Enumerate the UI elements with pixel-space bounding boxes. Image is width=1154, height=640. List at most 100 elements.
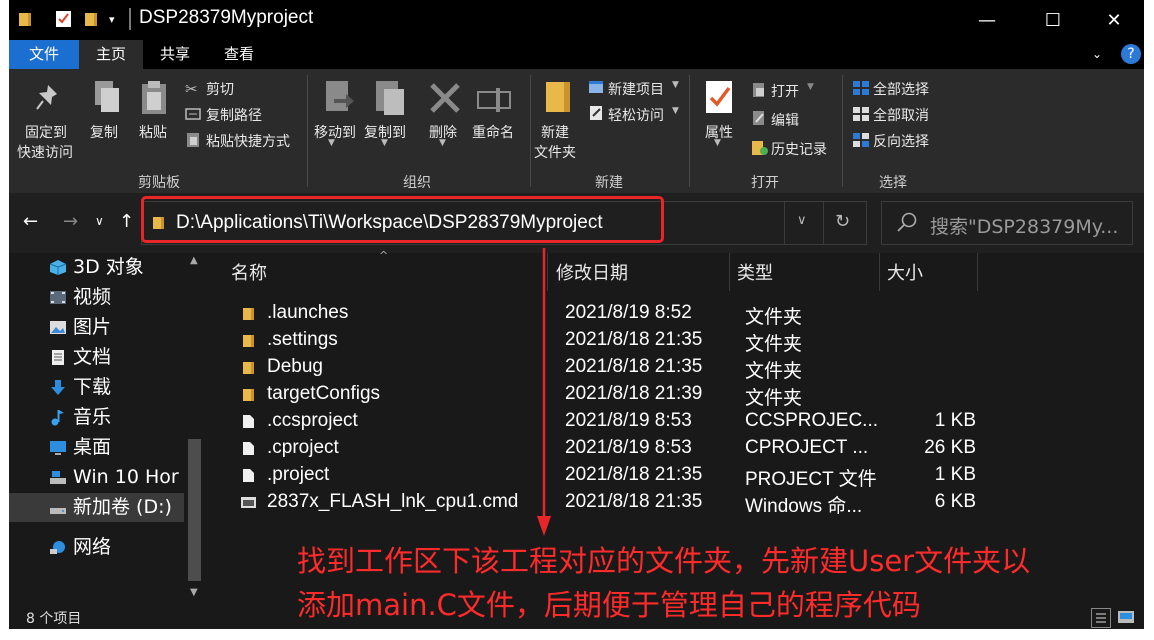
nav-item-d-drive[interactable]: 新加卷 (D:) [9,493,184,522]
chevron-down-icon[interactable]: ▼ [672,106,679,116]
chevron-down-icon[interactable]: ▼ [381,138,388,148]
help-button[interactable]: ? [1121,44,1141,64]
new-item-button[interactable]: 新建项目 [608,79,664,99]
organize-group-label: 组织 [403,175,431,191]
table-row[interactable]: Debug 2021/8/18 21:35 文件夹 [204,354,1144,382]
folder-icon[interactable] [17,10,33,28]
copy-icon[interactable] [91,79,123,117]
table-row[interactable]: .settings 2021/8/18 21:35 文件夹 [204,327,1144,355]
nav-item-win10-drive[interactable]: Win 10 Hor [9,463,184,492]
address-dropdown-chevron-icon[interactable]: ∨ [797,213,807,228]
table-row[interactable]: 2837x_FLASH_lnk_cpu1.cmd 2021/8/18 21:35… [204,489,1144,517]
new-folder-icon[interactable] [544,78,574,116]
copy-button[interactable]: 复制 [90,122,118,142]
scroll-down-icon[interactable]: ▼ [190,587,198,598]
pin-quick-access-label[interactable]: 固定到 [25,122,67,142]
chevron-down-icon[interactable]: ▼ [439,138,446,148]
table-row[interactable]: .project 2021/8/18 21:35 PROJECT 文件 1 KB [204,462,1144,490]
pin-icon[interactable] [35,83,61,113]
recent-locations-chevron-icon[interactable]: ∨ [95,214,104,228]
easy-access-icon[interactable] [588,105,606,121]
table-row[interactable]: .ccsproject 2021/8/19 8:53 CCSPROJEC... … [204,408,1144,435]
search-box[interactable]: 搜索"DSP28379My... [881,201,1133,245]
select-none-icon[interactable] [852,106,870,122]
edit-icon[interactable] [751,110,767,126]
details-view-icon[interactable] [1091,608,1111,628]
open-icon[interactable] [751,82,767,98]
column-header-name[interactable]: 名称 [231,259,267,285]
cut-button[interactable]: 剪切 [206,79,234,99]
tab-view[interactable]: 查看 [207,40,271,69]
delete-icon[interactable] [429,82,461,114]
column-header-type[interactable]: 类型 [737,259,773,285]
chevron-down-icon[interactable]: ▼ [328,138,335,148]
history-icon[interactable] [751,140,769,156]
new-folder-button[interactable]: 新建 [541,122,569,142]
chevron-down-icon[interactable]: ▼ [714,138,721,148]
cut-icon[interactable]: ✂ [185,80,198,98]
properties-icon[interactable] [704,79,736,117]
table-row[interactable]: .cproject 2021/8/19 8:53 CPROJECT ... 26… [204,435,1144,462]
nav-item-network[interactable]: 网络 [9,533,184,562]
nav-scrollbar[interactable]: ▲ ▼ [186,253,203,605]
customize-toolbar-icon[interactable]: ▾ [109,13,125,31]
file-name: .launches [267,302,349,323]
invert-selection-button[interactable]: 反向选择 [873,131,929,151]
tab-share[interactable]: 共享 [143,40,207,69]
nav-item-pictures[interactable]: 图片 [9,313,184,342]
select-none-button[interactable]: 全部取消 [873,105,929,125]
scroll-up-icon[interactable]: ▲ [190,255,198,266]
paste-button[interactable]: 粘贴 [139,122,167,142]
rename-icon[interactable] [476,87,512,113]
column-header-modified[interactable]: 修改日期 [556,259,628,285]
column-separator[interactable] [977,253,978,291]
paste-shortcut-button[interactable]: 粘贴快捷方式 [206,131,290,151]
minimize-button[interactable]: — [964,8,1010,34]
3d-objects-icon [49,259,67,276]
new-folder-button-2[interactable]: 文件夹 [534,142,576,162]
move-to-button[interactable]: 移动到 [314,122,356,142]
maximize-button[interactable]: ☐ [1030,8,1076,34]
large-icons-view-icon[interactable] [1117,609,1137,625]
nav-item-3d-objects[interactable]: 3D 对象 [9,253,184,282]
copy-to-icon[interactable] [374,79,406,119]
table-row[interactable]: .launches 2021/8/19 8:52 文件夹 [204,300,1144,328]
nav-item-desktop[interactable]: 桌面 [9,433,184,462]
paste-icon[interactable] [139,79,171,117]
column-header-size[interactable]: 大小 [887,259,923,285]
copy-path-icon[interactable] [185,107,201,121]
nav-item-downloads[interactable]: 下载 [9,373,184,402]
new-folder-icon[interactable] [83,10,99,28]
nav-scrollbar-thumb[interactable] [188,439,201,581]
close-button[interactable]: ✕ [1091,8,1137,34]
select-all-button[interactable]: 全部选择 [873,79,929,99]
invert-selection-icon[interactable] [852,132,870,148]
back-arrow-icon[interactable]: ← [23,211,38,232]
column-separator[interactable] [729,253,730,291]
nav-item-documents[interactable]: 文档 [9,343,184,372]
table-row[interactable]: targetConfigs 2021/8/18 21:39 文件夹 [204,381,1144,409]
properties-check-icon[interactable] [55,10,71,28]
chevron-down-icon[interactable]: ▼ [672,80,679,90]
open-button[interactable]: 打开 [771,81,799,101]
move-to-icon[interactable] [324,79,356,119]
nav-item-videos[interactable]: 视频 [9,283,184,312]
copy-path-button[interactable]: 复制路径 [206,105,262,125]
easy-access-button[interactable]: 轻松访问 [608,105,664,125]
edit-button[interactable]: 编辑 [771,110,799,130]
pin-quick-access-label-2[interactable]: 快速访问 [17,142,73,162]
rename-button[interactable]: 重命名 [472,122,514,142]
chevron-down-icon[interactable]: ▼ [807,82,814,92]
expand-ribbon-icon[interactable]: ⌄ [1092,47,1102,61]
select-all-icon[interactable] [852,80,870,96]
paste-shortcut-icon[interactable] [185,132,201,148]
tab-home[interactable]: 主页 [79,40,143,69]
new-item-icon[interactable] [588,79,606,95]
forward-arrow-icon[interactable]: → [63,211,78,232]
refresh-button[interactable]: ↻ [822,201,867,245]
column-separator[interactable] [879,253,880,291]
tab-file[interactable]: 文件 [9,40,79,69]
nav-item-music[interactable]: 音乐 [9,403,184,432]
up-arrow-icon[interactable]: ↑ [119,211,134,232]
history-button[interactable]: 历史记录 [771,139,827,159]
